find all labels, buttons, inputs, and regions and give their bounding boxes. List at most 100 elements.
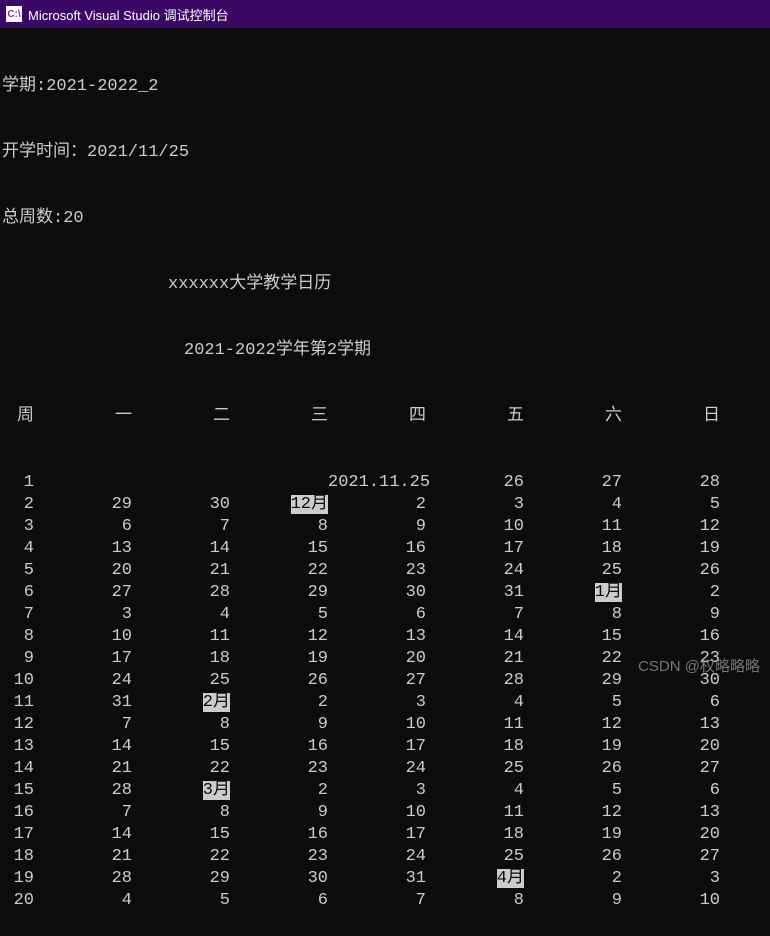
calendar-row: 1314151617181920 <box>2 736 768 758</box>
day-cell: 9 <box>230 714 328 736</box>
day-cell: 12 <box>622 516 720 538</box>
week-number: 7 <box>2 604 34 626</box>
day-cell: 20 <box>622 736 720 758</box>
month-marker: 3月 <box>203 781 230 800</box>
day-cell: 17 <box>328 824 426 846</box>
day-cell: 26 <box>524 846 622 868</box>
day-cell: 30 <box>132 494 230 516</box>
day-cell: 29 <box>132 868 230 890</box>
col-day: 六 <box>524 406 622 428</box>
month-marker: 12月 <box>291 495 328 514</box>
day-cell: 27 <box>622 846 720 868</box>
calendar-row: 1714151617181920 <box>2 824 768 846</box>
week-number: 8 <box>2 626 34 648</box>
col-day: 五 <box>426 406 524 428</box>
day-cell: 26 <box>230 670 328 692</box>
day-cell: 21 <box>34 846 132 868</box>
calendar-row: 1421222324252627 <box>2 758 768 780</box>
week-number: 15 <box>2 780 34 802</box>
app-icon: C:\ <box>6 6 22 22</box>
day-cell: 19 <box>524 824 622 846</box>
day-cell: 31 <box>328 868 426 890</box>
day-cell: 18 <box>426 824 524 846</box>
day-cell: 29 <box>34 494 132 516</box>
day-cell: 27 <box>328 670 426 692</box>
day-cell: 19 <box>524 736 622 758</box>
calendar-row: 2045678910 <box>2 890 768 912</box>
day-cell: 19 <box>622 538 720 560</box>
calendar-row: 1678910111213 <box>2 802 768 824</box>
day-cell: 15 <box>230 538 328 560</box>
week-number: 20 <box>2 890 34 912</box>
col-day: 一 <box>34 406 132 428</box>
day-cell: 9 <box>328 516 426 538</box>
day-cell: 25 <box>426 758 524 780</box>
day-cell <box>230 472 328 494</box>
day-cell: 9 <box>524 890 622 912</box>
day-cell: 15 <box>524 626 622 648</box>
day-cell: 31 <box>426 582 524 604</box>
calendar-row: 12021.11.25262728 <box>2 472 768 494</box>
day-cell: 3 <box>622 868 720 890</box>
day-cell: 1月 <box>524 582 622 604</box>
day-cell: 10 <box>426 516 524 538</box>
day-cell: 24 <box>426 560 524 582</box>
col-week: 周 <box>2 406 34 428</box>
day-cell: 24 <box>34 670 132 692</box>
day-cell: 20 <box>34 560 132 582</box>
day-cell: 18 <box>132 648 230 670</box>
week-number: 12 <box>2 714 34 736</box>
day-cell: 27 <box>524 472 622 494</box>
day-cell: 6 <box>622 692 720 714</box>
calendar-row: 11312月23456 <box>2 692 768 714</box>
day-cell: 29 <box>524 670 622 692</box>
day-cell: 8 <box>132 802 230 824</box>
week-number: 11 <box>2 692 34 714</box>
day-cell: 19 <box>230 648 328 670</box>
day-cell: 14 <box>426 626 524 648</box>
day-cell: 4月 <box>426 868 524 890</box>
day-cell: 25 <box>524 560 622 582</box>
day-cell: 17 <box>34 648 132 670</box>
month-marker: 2月 <box>203 693 230 712</box>
week-number: 3 <box>2 516 34 538</box>
week-number: 5 <box>2 560 34 582</box>
week-number: 9 <box>2 648 34 670</box>
day-cell: 18 <box>524 538 622 560</box>
day-cell: 11 <box>426 714 524 736</box>
week-number: 6 <box>2 582 34 604</box>
week-number: 10 <box>2 670 34 692</box>
day-cell: 14 <box>34 736 132 758</box>
day-cell: 21 <box>132 560 230 582</box>
calendar-row: 520212223242526 <box>2 560 768 582</box>
day-cell: 14 <box>132 538 230 560</box>
day-cell: 13 <box>622 802 720 824</box>
day-cell: 9 <box>622 604 720 626</box>
week-number: 19 <box>2 868 34 890</box>
day-cell: 24 <box>328 846 426 868</box>
day-cell: 12月 <box>230 494 328 516</box>
day-cell: 6 <box>622 780 720 802</box>
day-cell: 10 <box>328 802 426 824</box>
day-cell: 4 <box>426 780 524 802</box>
day-cell: 3 <box>328 780 426 802</box>
info-weeks: 总周数:20 <box>2 208 768 230</box>
calendar-row: 1278910111213 <box>2 714 768 736</box>
day-cell: 10 <box>328 714 426 736</box>
calendar-row: 36789101112 <box>2 516 768 538</box>
day-cell: 13 <box>328 626 426 648</box>
day-cell: 15 <box>132 736 230 758</box>
day-cell: 11 <box>132 626 230 648</box>
window-titlebar: C:\ Microsoft Visual Studio 调试控制台 <box>0 0 770 28</box>
day-cell: 28 <box>34 868 132 890</box>
day-cell: 4 <box>34 890 132 912</box>
day-cell: 25 <box>132 670 230 692</box>
day-cell: 6 <box>230 890 328 912</box>
week-number: 14 <box>2 758 34 780</box>
day-cell: 2月 <box>132 692 230 714</box>
day-cell: 20 <box>622 824 720 846</box>
day-cell: 4 <box>132 604 230 626</box>
day-cell: 4 <box>524 494 622 516</box>
day-cell: 3 <box>328 692 426 714</box>
day-cell: 20 <box>328 648 426 670</box>
